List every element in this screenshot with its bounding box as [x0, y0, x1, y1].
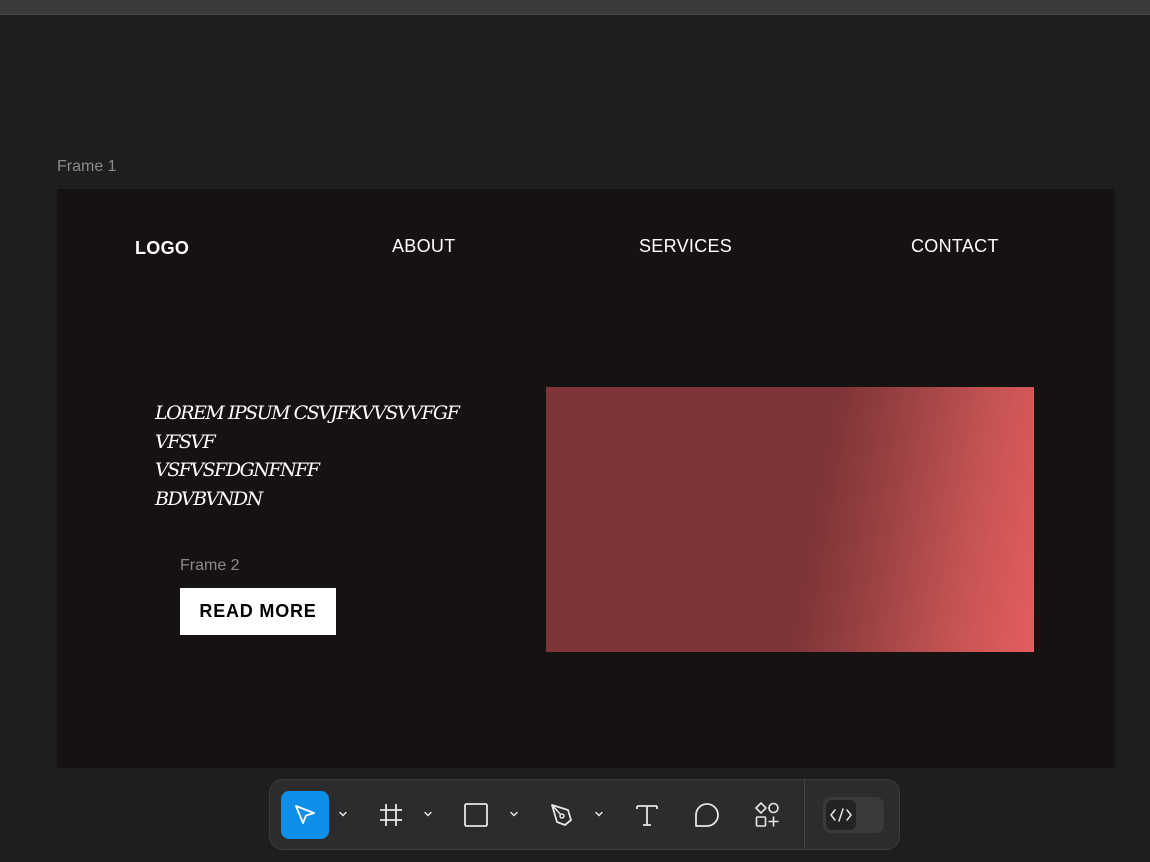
dev-mode-toggle[interactable] [823, 797, 884, 833]
pen-icon [551, 804, 572, 826]
frame-tool-chevron[interactable] [421, 807, 435, 821]
read-more-label: READ MORE [199, 601, 317, 621]
pen-tool-button[interactable] [538, 791, 586, 839]
rectangle-tool-chevron[interactable] [507, 807, 521, 821]
frame-1[interactable]: LOGO ABOUT SERVICES CONTACT LOREM IPSUM … [57, 189, 1115, 768]
move-tool-chevron[interactable] [336, 807, 350, 821]
shapes-plus-icon [755, 802, 779, 827]
code-brackets-icon [830, 808, 852, 822]
cursor-arrow-icon [295, 805, 315, 824]
site-logo[interactable]: LOGO [135, 238, 189, 259]
frame-tool-button[interactable] [367, 791, 415, 839]
chevron-down-icon [339, 811, 347, 817]
comment-bubble-icon [695, 803, 719, 827]
bottom-toolbar [269, 779, 900, 850]
move-tool-button[interactable] [281, 791, 329, 839]
chevron-down-icon [424, 811, 432, 817]
pen-tool-chevron[interactable] [592, 807, 606, 821]
text-t-icon [636, 805, 658, 826]
rectangle-tool-button[interactable] [452, 791, 500, 839]
frame-2-label[interactable]: Frame 2 [180, 557, 240, 575]
dev-mode-toggle-knob [826, 800, 856, 830]
hero-gradient-rectangle[interactable] [546, 387, 1034, 652]
rectangle-icon [464, 803, 488, 827]
frame-1-label[interactable]: Frame 1 [57, 158, 117, 176]
nav-services[interactable]: SERVICES [639, 236, 732, 257]
top-bar [0, 0, 1150, 15]
read-more-button[interactable]: READ MORE [180, 588, 336, 635]
text-tool-button[interactable] [623, 791, 671, 839]
frame-hash-icon [380, 804, 402, 826]
hero-text[interactable]: LOREM IPSUM CSVJFKVVSVVFGF VFSVF VSFVSFD… [155, 399, 485, 513]
assets-tool-button[interactable] [743, 791, 791, 839]
comment-tool-button[interactable] [683, 791, 731, 839]
nav-about[interactable]: ABOUT [392, 236, 456, 257]
chevron-down-icon [595, 811, 603, 817]
toolbar-divider [804, 780, 805, 849]
nav-contact[interactable]: CONTACT [911, 236, 999, 257]
chevron-down-icon [510, 811, 518, 817]
